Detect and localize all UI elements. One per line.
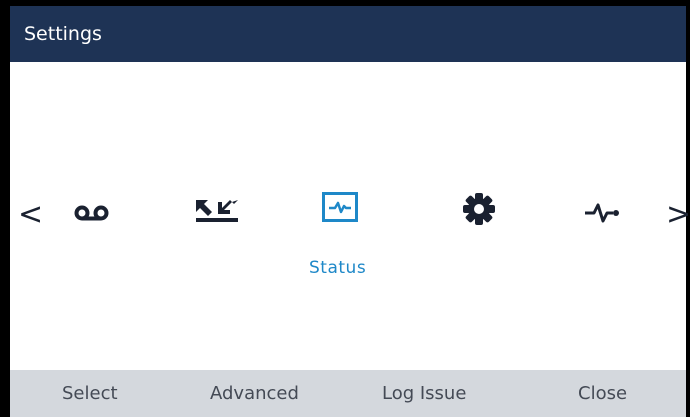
menu-item-call-logs[interactable] <box>194 198 240 222</box>
advanced-softkey[interactable]: Advanced <box>210 383 299 404</box>
log-issue-softkey[interactable]: Log Issue <box>382 383 466 404</box>
status-icon-frame <box>322 192 358 222</box>
gear-icon <box>463 193 495 225</box>
phone-screen: Settings < Status > Select Advanced Log … <box>0 0 690 417</box>
title-bar: Settings <box>10 6 686 62</box>
menu-item-diagnostics[interactable] <box>584 203 622 223</box>
page-title: Settings <box>24 23 102 45</box>
menu-carousel: < Status > <box>10 62 690 370</box>
menu-item-voicemail[interactable] <box>74 205 110 221</box>
select-softkey[interactable]: Select <box>62 383 118 404</box>
frame-border-left <box>0 0 10 417</box>
close-softkey[interactable]: Close <box>578 383 627 404</box>
menu-item-status[interactable] <box>322 192 358 222</box>
carousel-next-arrow[interactable]: > <box>666 200 690 230</box>
diagnostics-icon <box>585 203 619 223</box>
carousel-prev-arrow[interactable]: < <box>18 200 43 230</box>
call-logs-icon <box>196 200 238 222</box>
menu-item-settings[interactable] <box>462 192 496 226</box>
voicemail-icon <box>74 205 109 221</box>
status-icon <box>329 201 351 214</box>
selected-item-label: Status <box>309 258 367 278</box>
softkey-bar: Select Advanced Log Issue Close <box>10 370 686 417</box>
